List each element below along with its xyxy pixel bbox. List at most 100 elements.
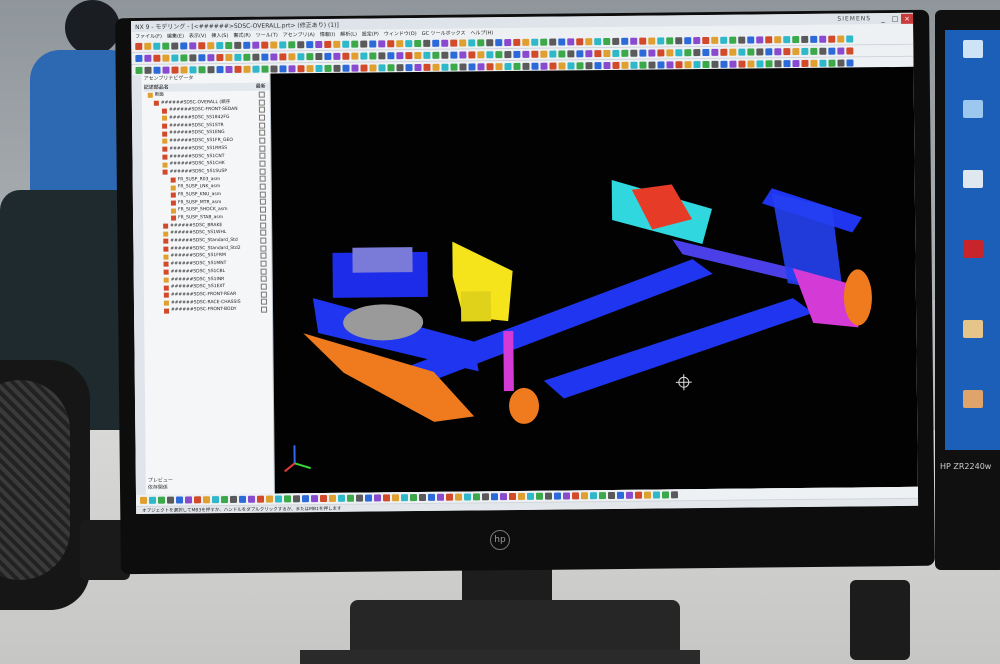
toolbar-tool-icon[interactable] [423, 63, 431, 71]
toolbar-tool-icon[interactable] [279, 41, 287, 49]
toolbar-tool-icon[interactable] [468, 39, 476, 47]
toolbar-tool-icon[interactable] [162, 54, 170, 62]
toolbar-tool-icon[interactable] [306, 53, 314, 61]
toolbar-tool-icon[interactable] [265, 495, 274, 503]
toolbar-tool-icon[interactable] [450, 63, 458, 71]
toolbar-tool-icon[interactable] [225, 41, 233, 50]
toolbar-tool-icon[interactable] [693, 49, 701, 57]
toolbar-tool-icon[interactable] [774, 36, 782, 44]
toolbar-tool-icon[interactable] [423, 51, 431, 59]
toolbar-tool-icon[interactable] [684, 49, 692, 57]
toolbar-tool-icon[interactable] [603, 61, 611, 70]
toolbar-tool-icon[interactable] [378, 64, 386, 72]
toolbar-tool-icon[interactable] [153, 54, 161, 62]
toolbar-tool-icon[interactable] [333, 52, 341, 60]
toolbar-tool-icon[interactable] [657, 49, 665, 57]
toolbar-tool-icon[interactable] [162, 66, 170, 74]
toolbar-tool-icon[interactable] [819, 47, 827, 55]
toolbar-tool-icon[interactable] [612, 49, 620, 57]
toolbar-tool-icon[interactable] [414, 39, 422, 48]
toolbar-tool-icon[interactable] [846, 35, 854, 43]
toolbar-tool-icon[interactable] [216, 54, 224, 62]
toolbar-tool-icon[interactable] [306, 41, 314, 49]
toolbar-tool-icon[interactable] [477, 63, 485, 71]
toolbar-tool-icon[interactable] [315, 64, 323, 73]
toolbar-tool-icon[interactable] [513, 38, 521, 46]
toolbar-tool-icon[interactable] [315, 52, 323, 61]
latest-checkbox[interactable] [259, 199, 266, 206]
toolbar-tool-icon[interactable] [189, 42, 197, 50]
toolbar-tool-icon[interactable] [531, 38, 539, 46]
toolbar-tool-icon[interactable] [198, 42, 206, 50]
toolbar-tool-icon[interactable] [328, 494, 337, 502]
latest-checkbox[interactable] [259, 206, 267, 213]
toolbar-tool-icon[interactable] [211, 496, 220, 504]
toolbar-tool-icon[interactable] [202, 496, 211, 504]
latest-checkbox[interactable] [259, 122, 266, 129]
toolbar-tool-icon[interactable] [729, 36, 737, 44]
toolbar-tool-icon[interactable] [468, 51, 476, 59]
toolbar-tool-icon[interactable] [477, 51, 485, 59]
toolbar-tool-icon[interactable] [558, 50, 566, 58]
latest-checkbox[interactable] [259, 137, 266, 144]
toolbar-tool-icon[interactable] [171, 66, 179, 74]
toolbar-tool-icon[interactable] [463, 493, 472, 501]
toolbar-tool-icon[interactable] [783, 36, 791, 44]
toolbar-tool-icon[interactable] [418, 493, 427, 502]
toolbar-tool-icon[interactable] [648, 49, 656, 57]
toolbar-tool-icon[interactable] [445, 493, 454, 501]
toolbar-tool-icon[interactable] [828, 47, 836, 55]
toolbar-tool-icon[interactable] [648, 61, 656, 69]
toolbar-tool-icon[interactable] [621, 37, 629, 45]
toolbar-tool-icon[interactable] [432, 39, 440, 47]
toolbar-tool-icon[interactable] [351, 64, 359, 72]
dependency-panel-label[interactable]: 依存関係 [148, 484, 173, 491]
tree-node[interactable]: ######SDSC-FRONT-BODY [146, 306, 272, 315]
toolbar-tool-icon[interactable] [837, 59, 845, 67]
toolbar-tool-icon[interactable] [274, 495, 283, 503]
toolbar-tool-icon[interactable] [369, 64, 377, 72]
toolbar-tool-icon[interactable] [792, 60, 800, 68]
toolbar-tool-icon[interactable] [639, 61, 647, 69]
toolbar-tool-icon[interactable] [504, 39, 512, 47]
toolbar-tool-icon[interactable] [585, 38, 593, 46]
toolbar-tool-icon[interactable] [396, 64, 404, 72]
toolbar-tool-icon[interactable] [414, 51, 422, 60]
toolbar-tool-icon[interactable] [630, 37, 638, 45]
toolbar-tool-icon[interactable] [522, 50, 530, 58]
toolbar-tool-icon[interactable] [562, 492, 571, 500]
toolbar-tool-icon[interactable] [432, 63, 440, 71]
toolbar-tool-icon[interactable] [441, 51, 449, 59]
latest-checkbox[interactable] [260, 214, 267, 221]
toolbar-tool-icon[interactable] [400, 494, 409, 502]
toolbar-tool-icon[interactable] [243, 41, 251, 49]
toolbar-tool-icon[interactable] [747, 60, 755, 68]
toolbar-tool-icon[interactable] [324, 64, 332, 72]
toolbar-tool-icon[interactable] [297, 65, 305, 73]
toolbar-tool-icon[interactable] [607, 491, 616, 500]
toolbar-tool-icon[interactable] [310, 495, 319, 503]
toolbar-tool-icon[interactable] [522, 38, 530, 46]
toolbar-tool-icon[interactable] [553, 492, 562, 500]
toolbar-tool-icon[interactable] [333, 64, 341, 72]
toolbar-tool-icon[interactable] [603, 49, 611, 58]
latest-checkbox[interactable] [259, 145, 266, 152]
toolbar-tool-icon[interactable] [675, 37, 683, 45]
toolbar-tool-icon[interactable] [292, 495, 301, 503]
menu-item[interactable]: ウィンドウ(O) [384, 30, 417, 37]
toolbar-tool-icon[interactable] [675, 61, 683, 69]
toolbar-tool-icon[interactable] [616, 491, 625, 499]
toolbar-tool-icon[interactable] [468, 63, 476, 71]
toolbar-tool-icon[interactable] [427, 493, 436, 501]
toolbar-tool-icon[interactable] [477, 39, 485, 47]
toolbar-tool-icon[interactable] [369, 40, 377, 48]
toolbar-tool-icon[interactable] [819, 59, 827, 67]
toolbar-tool-icon[interactable] [603, 37, 611, 46]
toolbar-tool-icon[interactable] [720, 60, 728, 68]
toolbar-tool-icon[interactable] [594, 50, 602, 58]
toolbar-tool-icon[interactable] [229, 495, 238, 503]
toolbar-tool-icon[interactable] [774, 48, 782, 56]
toolbar-tool-icon[interactable] [369, 52, 377, 60]
toolbar-tool-icon[interactable] [540, 62, 548, 70]
toolbar-tool-icon[interactable] [630, 61, 638, 69]
